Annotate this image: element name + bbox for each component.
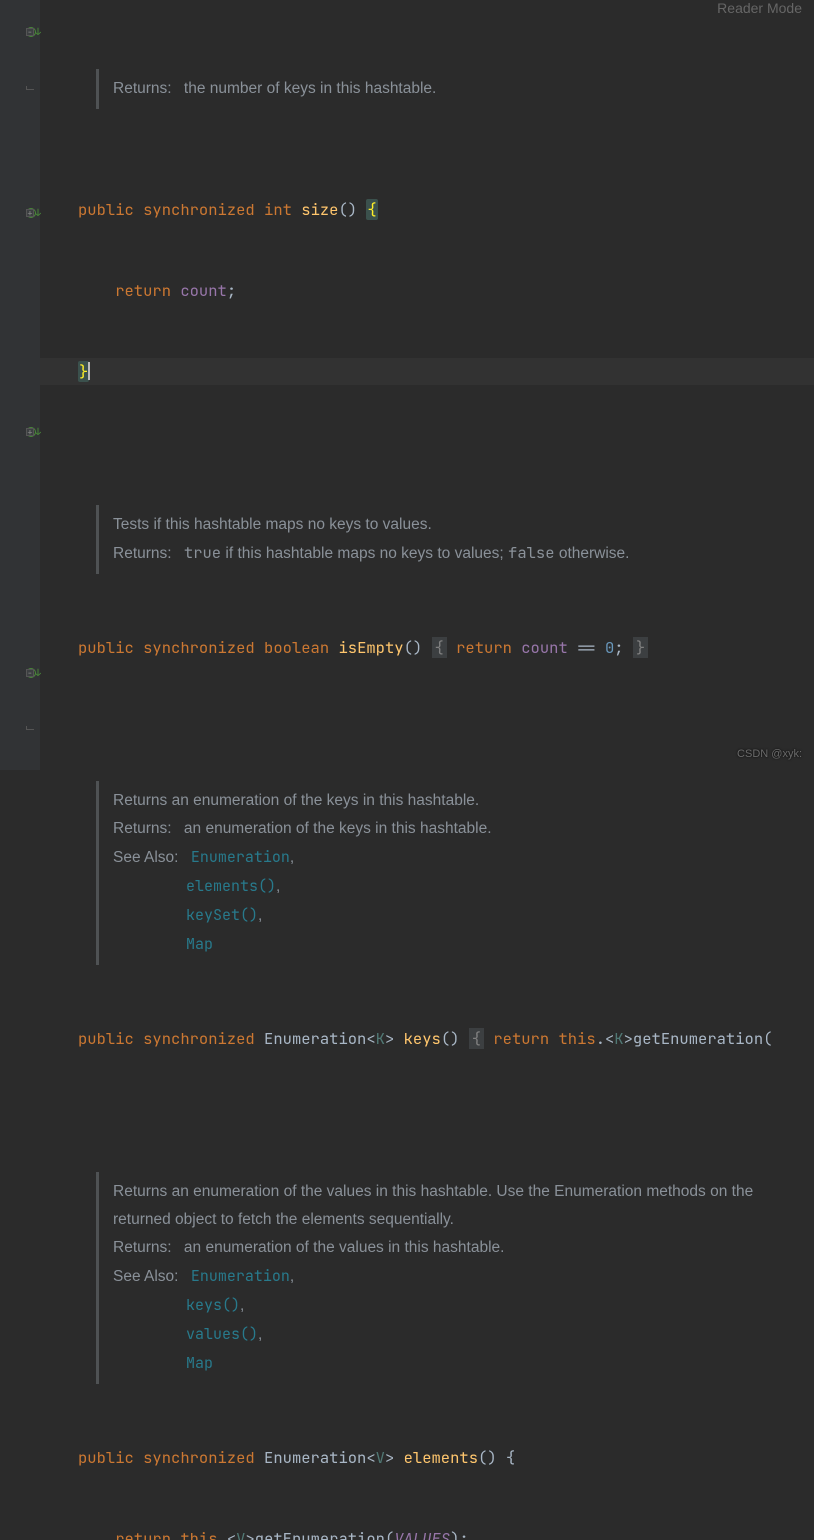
code-line[interactable]: public synchronized Enumeration<K> keys(… <box>40 1025 814 1052</box>
type-param: K <box>614 1028 623 1049</box>
punct: ; <box>227 280 236 301</box>
code-line[interactable]: return this.<V>getEnumeration(VALUES); <box>40 1525 814 1540</box>
method-name: elements <box>404 1447 478 1468</box>
punct: ); <box>450 1528 469 1540</box>
javadoc-summary: Tests if this hashtable maps no keys to … <box>113 511 814 539</box>
keyword: synchronized <box>143 637 255 658</box>
operator: == <box>568 637 605 658</box>
javadoc-summary: Returns an enumeration of the keys in th… <box>113 787 814 815</box>
keyword: return <box>493 1028 549 1049</box>
punct: < <box>366 1447 375 1468</box>
javadoc-returns-label: Returns: <box>113 820 172 837</box>
keyword: return <box>456 637 512 658</box>
javadoc-link[interactable]: Enumeration <box>191 847 290 867</box>
javadoc-seealso-label: See Also: <box>113 849 179 866</box>
punct: .< <box>218 1528 237 1540</box>
brace: { <box>432 637 447 658</box>
code-line[interactable]: public synchronized boolean isEmpty() { … <box>40 634 814 661</box>
code-editor[interactable]: Returns: the number of keys in this hash… <box>40 0 814 1540</box>
javadoc-text: if this hashtable maps no keys to values… <box>221 545 508 562</box>
type: Enumeration <box>264 1447 366 1468</box>
type: Enumeration <box>264 1028 366 1049</box>
parens: () <box>441 1028 460 1049</box>
javadoc-block: Tests if this hashtable maps no keys to … <box>96 505 814 574</box>
fold-region-start[interactable] <box>0 665 40 681</box>
brace: } <box>633 637 648 658</box>
method-call: getEnumeration <box>255 1528 385 1540</box>
punct: .< <box>596 1028 615 1049</box>
javadoc-returns-label: Returns: <box>113 1239 172 1256</box>
punct: > <box>385 1447 394 1468</box>
parens: () <box>338 199 357 220</box>
keyword: return <box>115 280 171 301</box>
javadoc-link[interactable]: Enumeration <box>191 1266 290 1286</box>
editor-gutter <box>0 0 40 770</box>
field: count <box>180 280 227 301</box>
brace: { <box>497 1447 516 1468</box>
parens: () <box>478 1447 497 1468</box>
javadoc-text: an enumeration of the keys in this hasht… <box>180 820 492 837</box>
javadoc-summary: Returns an enumeration of the values in … <box>113 1178 814 1234</box>
javadoc-seealso-label: See Also: <box>113 1268 179 1285</box>
punct: > <box>385 1028 394 1049</box>
keyword: public <box>78 1028 134 1049</box>
javadoc-block: Returns an enumeration of the keys in th… <box>96 781 814 965</box>
keyword: boolean <box>264 637 329 658</box>
fold-region-end[interactable] <box>0 720 40 736</box>
brace: { <box>366 199 377 220</box>
keyword: this <box>558 1028 595 1049</box>
keyword: this <box>180 1528 217 1540</box>
punct: ; <box>614 637 623 658</box>
method-name: size <box>301 199 338 220</box>
keyword: int <box>264 199 292 220</box>
javadoc-code: true <box>184 542 221 563</box>
javadoc-link[interactable]: elements() <box>186 876 276 896</box>
text-caret <box>88 362 90 380</box>
javadoc-link[interactable]: Map <box>186 934 213 954</box>
code-line[interactable]: public synchronized int size() { <box>40 196 814 223</box>
keyword: synchronized <box>143 1028 255 1049</box>
fold-region-end[interactable] <box>0 80 40 96</box>
parens: () <box>404 637 423 658</box>
javadoc-returns-text: the number of keys in this hashtable. <box>180 80 437 97</box>
keyword: synchronized <box>143 1447 255 1468</box>
keyword: public <box>78 199 134 220</box>
javadoc-link[interactable]: keys() <box>186 1295 240 1315</box>
punct: ( <box>763 1028 772 1049</box>
keyword: public <box>78 637 134 658</box>
javadoc-block: Returns an enumeration of the values in … <box>96 1172 814 1384</box>
javadoc-block: Returns: the number of keys in this hash… <box>96 69 814 109</box>
javadoc-returns-label: Returns: <box>113 80 172 97</box>
keyword: return <box>115 1528 171 1540</box>
javadoc-text: an enumeration of the values in this has… <box>180 1239 505 1256</box>
punct: < <box>366 1028 375 1049</box>
number: 0 <box>605 637 614 658</box>
code-line[interactable]: return count; <box>40 277 814 304</box>
constant: VALUES <box>394 1528 450 1540</box>
keyword: public <box>78 1447 134 1468</box>
type-param: K <box>376 1028 385 1049</box>
punct: ( <box>385 1528 394 1540</box>
fold-collapsed[interactable] <box>0 205 40 221</box>
code-line[interactable]: public synchronized Enumeration<V> eleme… <box>40 1444 814 1471</box>
brace: { <box>469 1028 484 1049</box>
type-param: V <box>236 1528 245 1540</box>
method-name: keys <box>404 1028 441 1049</box>
type-param: V <box>376 1447 385 1468</box>
punct: > <box>245 1528 254 1540</box>
javadoc-link[interactable]: values() <box>186 1324 258 1344</box>
field: count <box>521 637 568 658</box>
method-name: isEmpty <box>338 637 403 658</box>
method-call: getEnumeration <box>633 1028 763 1049</box>
fold-region-start[interactable] <box>0 24 40 40</box>
fold-collapsed[interactable] <box>0 424 40 440</box>
javadoc-code: false <box>508 542 555 563</box>
javadoc-link[interactable]: Map <box>186 1353 213 1373</box>
javadoc-returns-label: Returns: <box>113 545 172 562</box>
keyword: synchronized <box>143 199 255 220</box>
javadoc-link[interactable]: keySet() <box>186 905 258 925</box>
code-line[interactable]: } <box>40 358 814 385</box>
punct: > <box>624 1028 633 1049</box>
javadoc-text: otherwise. <box>555 545 630 562</box>
